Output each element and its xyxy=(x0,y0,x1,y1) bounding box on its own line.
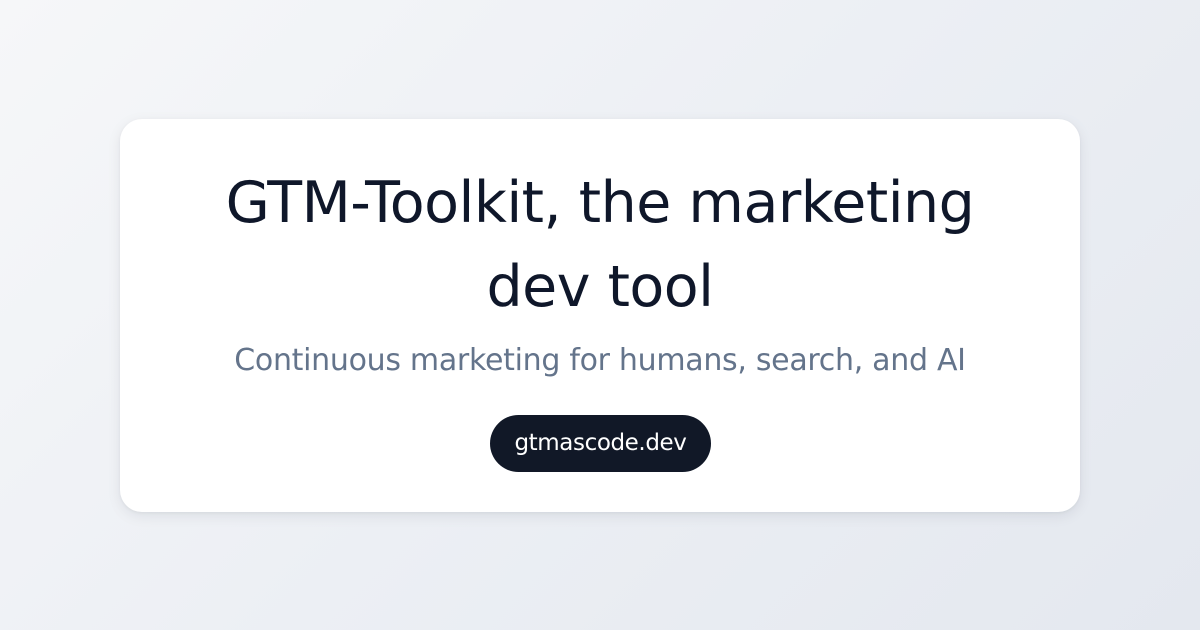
website-link[interactable]: gtmascode.dev xyxy=(490,415,711,472)
hero-card: GTM-Toolkit, the marketing dev tool Cont… xyxy=(120,119,1080,512)
page-title: GTM-Toolkit, the marketing dev tool xyxy=(225,170,975,320)
tagline: Continuous marketing for humans, search,… xyxy=(234,343,966,378)
